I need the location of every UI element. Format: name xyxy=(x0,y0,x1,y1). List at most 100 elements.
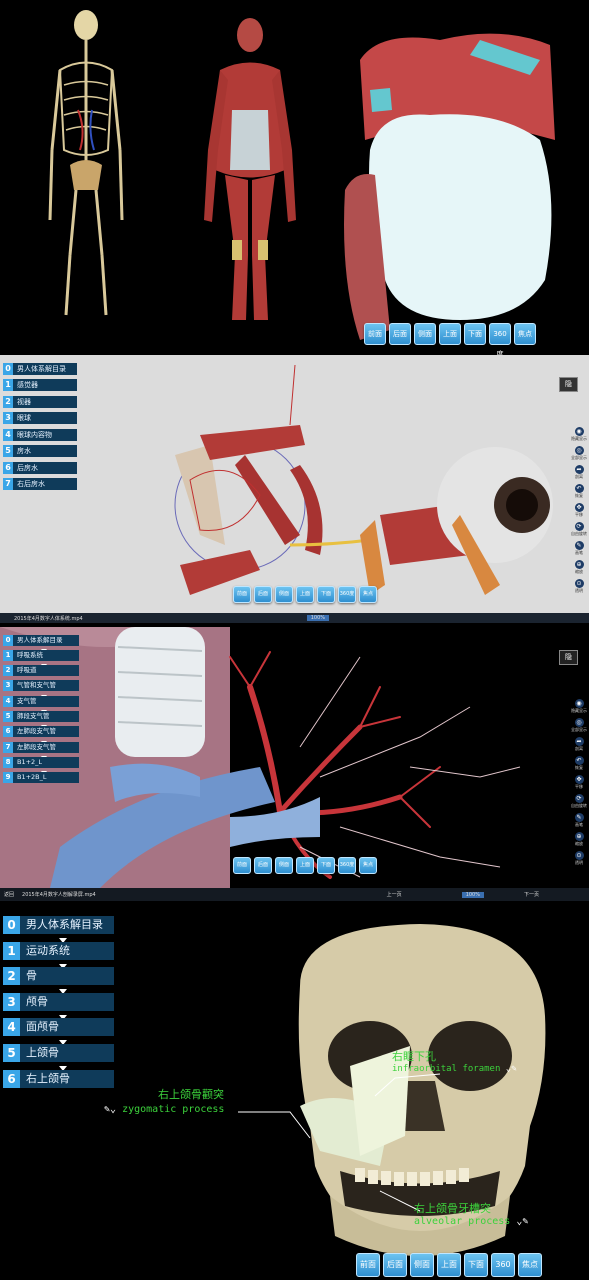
view-side-button[interactable]: 侧面 xyxy=(275,857,293,874)
breadcrumb-item[interactable]: 2 视器 xyxy=(3,395,77,408)
breadcrumb-item[interactable]: 4 眼球内容物 xyxy=(3,428,77,441)
show-all-icon[interactable]: ◎ 全部显示 xyxy=(571,446,587,461)
view-360-button[interactable]: 360度 xyxy=(489,323,511,355)
zygomatic-label-en-row: ✎⌄ zygomatic process xyxy=(104,1104,224,1115)
view-bottom-button[interactable]: 下面 xyxy=(317,586,335,603)
view-front-button[interactable]: 前面 xyxy=(233,586,251,603)
view-top-button[interactable]: 上面 xyxy=(296,857,314,874)
breadcrumb-item[interactable]: 2 呼吸道 xyxy=(3,665,79,684)
breadcrumb-item[interactable]: 9 B1+2B_L xyxy=(3,772,79,784)
breadcrumb-item[interactable]: 5 房水 xyxy=(3,445,77,458)
breadcrumb-item[interactable]: 3 眼球 xyxy=(3,412,77,425)
view-side-button[interactable]: 侧面 xyxy=(410,1253,434,1277)
alveolar-label-cn: 右上颌骨牙槽突 xyxy=(414,1202,491,1215)
breadcrumb-item[interactable]: 2骨 xyxy=(3,967,114,995)
prev-page-button[interactable]: 上一页 xyxy=(387,891,402,898)
view-bottom-button[interactable]: 下面 xyxy=(317,857,335,874)
breadcrumb-item[interactable]: 6 左肺段支气管 xyxy=(3,726,79,745)
breadcrumb-item[interactable]: 0 男人体系解目录 xyxy=(3,916,114,943)
view-focus-button[interactable]: 焦点 xyxy=(359,857,377,874)
next-page-button[interactable]: 下一页 xyxy=(524,891,539,898)
undo-icon[interactable]: ↶ 恢复 xyxy=(574,484,584,499)
pan-icon[interactable]: ✥ 平移 xyxy=(574,503,584,518)
breadcrumb-item[interactable]: 6 后房水 xyxy=(3,461,77,474)
anatomy-3d-render[interactable] xyxy=(0,0,589,355)
back-button[interactable]: 返回 xyxy=(4,891,14,898)
pin-icon: ⌄✎ xyxy=(505,1064,517,1074)
zoom-icon[interactable]: ⊕ 缩放 xyxy=(574,832,584,847)
eye-icon[interactable]: ◉ 隐藏显示 xyxy=(571,427,587,442)
view-focus-button[interactable]: 焦点 xyxy=(514,323,536,345)
breadcrumb: 0 男人体系解目录 1 运动系统 2骨 3 颅骨 4 面颅骨 5 上颌骨 6 右上颌骨 xyxy=(3,916,114,1095)
view-focus-button[interactable]: 焦点 xyxy=(518,1253,542,1277)
breadcrumb: 0 男人体系解目录 1 感觉器 2 视器 3 眼球 4 眼球内容物 5 房水 6 后房水 7右… xyxy=(3,362,77,494)
pan-icon[interactable]: ✥ 平移 xyxy=(574,775,584,790)
view-360-button[interactable]: 360度 xyxy=(338,586,356,603)
breadcrumb-item[interactable]: 1 呼吸系统 xyxy=(3,649,79,669)
breadcrumb-item[interactable]: 1 感觉器 xyxy=(3,379,77,392)
breadcrumb-item[interactable]: 0 男人体系解目录 xyxy=(3,362,77,375)
view-side-button[interactable]: 侧面 xyxy=(275,586,293,603)
eye-icon[interactable]: ◉ 隐藏显示 xyxy=(571,699,587,714)
breadcrumb-item[interactable]: 6 右上颌骨 xyxy=(3,1069,114,1088)
view-back-button[interactable]: 后面 xyxy=(383,1253,407,1277)
video-title: 2015年4月数字人体系统.mp4 xyxy=(14,615,83,622)
view-front-button[interactable]: 前面 xyxy=(356,1253,380,1277)
breadcrumb-item[interactable]: 1 运动系统 xyxy=(3,941,114,969)
rotate-icon[interactable]: ⟳ 自由旋转 xyxy=(571,522,587,537)
view-bottom-button[interactable]: 下面 xyxy=(464,1253,488,1277)
view-front-button[interactable]: 前面 xyxy=(364,323,386,345)
breadcrumb-item[interactable]: 8 B1+2_L xyxy=(3,756,79,776)
breadcrumb-item[interactable]: 3 颅骨 xyxy=(3,992,114,1020)
view-top-button[interactable]: 上面 xyxy=(439,323,461,345)
view-360-button[interactable]: 360度 xyxy=(491,1253,515,1277)
zygomatic-annotation: 右上颌骨颧突 xyxy=(158,1086,224,1102)
view-side-button[interactable]: 侧面 xyxy=(414,323,436,345)
breadcrumb-item[interactable]: 0 男人体系解目录 xyxy=(3,634,79,653)
view-360-button[interactable]: 360度 xyxy=(338,857,356,874)
show-all-icon[interactable]: ◎ 全部显示 xyxy=(571,718,587,733)
zoom-level[interactable]: 100% xyxy=(306,615,329,621)
view-toolbar: 前面 后面 侧面 上面 下面 360度 焦点 xyxy=(233,857,377,874)
eye-anatomy-viewer: 0 男人体系解目录 1 感觉器 2 视器 3 眼球 4 眼球内容物 5 房水 6 后房水 7右… xyxy=(0,355,589,613)
share-icon[interactable]: ➦ 剖离 xyxy=(574,465,584,480)
breadcrumb-item[interactable]: 4 支气管 xyxy=(3,695,79,715)
view-toolbar: 前面 后面 侧面 上面 下面 360度 焦点 xyxy=(356,1253,542,1277)
zoom-level[interactable]: 100% xyxy=(461,891,484,898)
lung-3d-render[interactable] xyxy=(0,627,589,888)
video-topbar: 返回 2015年4月数字人剖解录屏.mp4 上一页 100% 下一页 xyxy=(0,888,589,901)
eye-3d-render[interactable] xyxy=(0,355,589,613)
view-toolbar: 前面 后面 侧面 上面 下面 360度 焦点 xyxy=(233,586,377,603)
infraorbital-label-en: infraorbital foramen xyxy=(392,1064,501,1074)
pen-icon[interactable]: ✎ 画笔 xyxy=(574,813,584,828)
breadcrumb-item[interactable]: 5 上颌骨 xyxy=(3,1043,114,1071)
view-back-button[interactable]: 后面 xyxy=(254,857,272,874)
view-front-button[interactable]: 前面 xyxy=(233,857,251,874)
share-icon[interactable]: ➦ 剖离 xyxy=(574,737,584,752)
eye-muscles-exploded xyxy=(174,364,371,595)
breadcrumb-item[interactable]: 3 气管和支气管 xyxy=(3,680,79,699)
view-bottom-button[interactable]: 下面 xyxy=(464,323,486,345)
alveolar-label-en: alveolar process xyxy=(414,1216,511,1227)
view-back-button[interactable]: 后面 xyxy=(389,323,411,345)
nasal-closeup xyxy=(344,33,555,340)
hide-panel-toggle[interactable]: 隐 xyxy=(559,650,578,665)
pin-icon: ✎⌄ xyxy=(104,1104,117,1115)
view-top-button[interactable]: 上面 xyxy=(296,586,314,603)
hide-panel-toggle[interactable]: 隐 xyxy=(559,377,578,392)
undo-icon[interactable]: ↶ 恢复 xyxy=(574,756,584,771)
infraorbital-label-cn: 右眶下孔 xyxy=(392,1050,436,1063)
breadcrumb-item[interactable]: 7 右后房水 xyxy=(3,478,77,491)
focus-icon[interactable]: ⊙ 透明 xyxy=(574,851,584,866)
pen-icon[interactable]: ✎ 画笔 xyxy=(574,541,584,556)
view-focus-button[interactable]: 焦点 xyxy=(359,586,377,603)
breadcrumb-item[interactable]: 4 面颅骨 xyxy=(3,1018,114,1046)
zoom-icon[interactable]: ⊕ 缩放 xyxy=(574,560,584,575)
view-top-button[interactable]: 上面 xyxy=(437,1253,461,1277)
view-back-button[interactable]: 后面 xyxy=(254,586,272,603)
video-topbar: 2015年4月数字人体系统.mp4 100% xyxy=(0,613,589,623)
rotate-icon[interactable]: ⟳ 自由旋转 xyxy=(571,794,587,809)
focus-icon[interactable]: ⊙ 透明 xyxy=(574,579,584,594)
breadcrumb-item[interactable]: 7 左肺段支气管 xyxy=(3,741,79,761)
breadcrumb-item[interactable]: 5 肺段支气管 xyxy=(3,710,79,730)
